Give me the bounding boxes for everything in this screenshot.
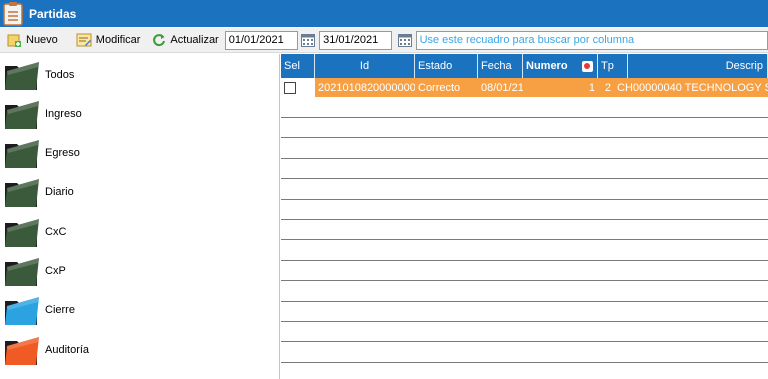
column-header-estado[interactable]: Estado [415, 54, 478, 78]
entries-grid: Sel Id Estado Fecha Numero Tp Descrip 20… [281, 54, 768, 379]
row-checkbox[interactable] [284, 81, 296, 94]
column-header-tp[interactable]: Tp [598, 54, 628, 78]
empty-row [281, 200, 768, 220]
column-header-id[interactable]: Id [315, 54, 415, 78]
folder-icon [5, 297, 39, 326]
sidebar-item-label: Todos [45, 68, 75, 81]
sidebar-item-cxp[interactable]: CxP [0, 252, 280, 291]
refresh-button-label: Actualizar [170, 34, 219, 46]
sidebar-item-label: CxP [45, 265, 66, 277]
folder-icon [5, 100, 39, 129]
modify-button-label: Modificar [95, 34, 141, 46]
date-from-input[interactable] [224, 30, 298, 50]
empty-row [281, 343, 768, 363]
column-header-fecha[interactable]: Fecha [478, 54, 523, 78]
folder-icon [5, 140, 39, 169]
empty-row [281, 241, 768, 261]
clear-filter-icon[interactable] [581, 60, 593, 72]
cell-estado: Correcto [418, 81, 461, 94]
clipboard-icon [3, 2, 23, 26]
edit-icon [76, 33, 92, 47]
folder-icon [5, 61, 39, 90]
category-sidebar: Todos Ingreso Egreso Diario CxC CxP Cierre Audi… [0, 54, 280, 379]
column-search-input[interactable] [415, 30, 768, 50]
sidebar-item-diario[interactable]: Diario [0, 173, 280, 212]
cell-fecha: 08/01/21 [481, 81, 523, 94]
sidebar-item-label: Ingreso [45, 107, 82, 120]
sidebar-item-auditor-a[interactable]: Auditoría [0, 330, 280, 369]
folder-icon [5, 336, 39, 365]
column-header-numero[interactable]: Numero [523, 54, 598, 78]
cell-numero: 1 [588, 81, 595, 94]
empty-row [281, 220, 768, 241]
empty-row [281, 322, 768, 343]
sidebar-item-cxc[interactable]: CxC [0, 212, 280, 251]
sidebar-item-label: Cierre [45, 304, 75, 317]
empty-row [281, 363, 768, 379]
sidebar-item-label: Auditoría [45, 343, 90, 356]
empty-row [281, 98, 768, 118]
sidebar-item-label: CxC [45, 225, 67, 238]
empty-row [281, 302, 768, 322]
cell-tp: 2 [604, 81, 611, 94]
table-row[interactable]: 20210108200000001 Correcto 08/01/21 1 2 … [281, 78, 768, 97]
folder-icon [5, 258, 39, 286]
refresh-button[interactable]: Actualizar [148, 29, 222, 51]
sidebar-item-label: Diario [45, 186, 74, 199]
sidebar-item-egreso[interactable]: Egreso [0, 134, 280, 173]
folder-icon [5, 179, 39, 208]
refresh-icon [153, 34, 166, 47]
title-bar: Partidas [0, 0, 768, 27]
column-header-numero-label: Numero [526, 60, 568, 72]
row-select-cell [281, 78, 315, 97]
cell-descrip: CH00000040 TECHNOLOGY S [617, 81, 768, 94]
calendar-icon [397, 34, 412, 47]
date-from-calendar-button[interactable] [300, 31, 317, 50]
new-button-label: Nuevo [26, 34, 58, 46]
sidebar-item-cierre[interactable]: Cierre [0, 291, 280, 330]
column-header-sel[interactable]: Sel [281, 54, 315, 78]
empty-row [281, 261, 768, 282]
sidebar-item-label: Egreso [45, 147, 80, 160]
sidebar-item-ingreso[interactable]: Ingreso [0, 94, 280, 133]
empty-row [281, 118, 768, 139]
grid-header: Sel Id Estado Fecha Numero Tp Descrip [281, 54, 768, 78]
empty-row [281, 180, 768, 200]
calendar-icon [301, 34, 316, 47]
folder-icon [5, 218, 39, 247]
window-title: Partidas [29, 6, 77, 21]
cell-id: 20210108200000001 [318, 81, 415, 94]
modify-button[interactable]: Modificar [72, 29, 145, 51]
toolbar: Nuevo Modificar Actualizar [0, 28, 768, 53]
new-button[interactable]: Nuevo [2, 29, 62, 51]
date-to-calendar-button[interactable] [396, 31, 413, 50]
sidebar-item-todos[interactable]: Todos [0, 55, 280, 94]
empty-row [281, 159, 768, 180]
empty-row [281, 139, 768, 159]
empty-row [281, 282, 768, 302]
column-header-descrip[interactable]: Descrip [628, 54, 768, 78]
date-to-input[interactable] [319, 30, 393, 50]
new-document-icon [7, 34, 21, 47]
